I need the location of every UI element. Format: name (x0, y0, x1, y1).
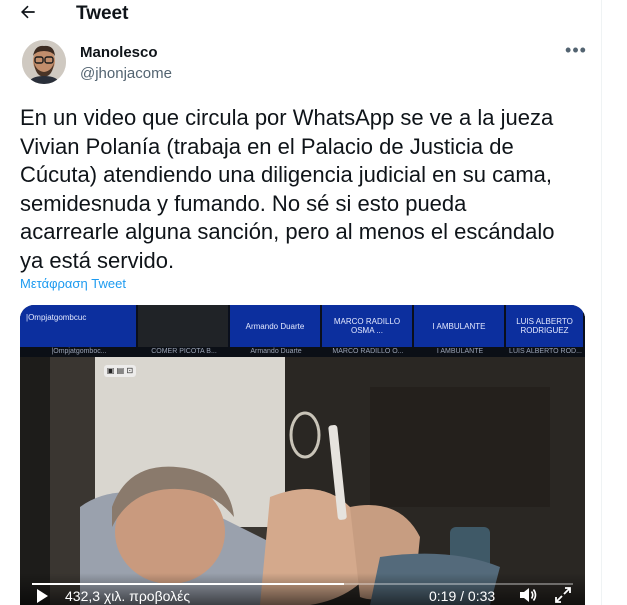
avatar-image (22, 40, 66, 84)
participant-name: I AMBULANTE (436, 348, 484, 355)
arrow-left-icon (21, 5, 35, 19)
participant-tile: LUIS ALBERTO RODRIGUEZ (506, 305, 585, 347)
tweet-text: En un video que circula por WhatsApp se … (20, 104, 595, 275)
tweet-line: En un video que circula por WhatsApp se … (20, 105, 554, 130)
tweet-header: Tweet (0, 0, 627, 28)
page-title: Tweet (76, 3, 129, 24)
participant-name: LUIS ALBERTO ROD... (509, 348, 582, 355)
tweet-line: Vivian Polanía (trabaja en el Palacio de… (20, 133, 514, 159)
fullscreen-icon (555, 587, 571, 603)
video-controls: 432,3 χιλ. προβολές 0:19 / 0:33 (20, 573, 585, 605)
video-progress-bar[interactable] (32, 583, 573, 585)
play-icon (37, 589, 48, 603)
video-frame-image (20, 357, 585, 605)
more-options-button[interactable]: ••• (562, 40, 590, 64)
participant-name: Armando Duarte (250, 348, 302, 355)
tweet-line: acarrearle alguna sanción, pero al menos… (20, 219, 555, 244)
participant-name: MARCO RADILLO O... (332, 348, 404, 355)
participant-tile (138, 305, 230, 347)
play-button[interactable] (34, 588, 50, 604)
view-count: 432,3 χιλ. προβολές (65, 588, 191, 604)
participant-tile: |Ompjatgombcuc (20, 305, 138, 347)
author-handle[interactable]: @jhonjacome (80, 65, 172, 82)
video-participant-tiles: |Ompjatgombcuc Armando Duarte MARCO RADI… (20, 305, 585, 347)
volume-button[interactable] (518, 586, 538, 604)
participant-tile: I AMBULANTE (414, 305, 506, 347)
participant-tile: Armando Duarte (230, 305, 322, 347)
fullscreen-button[interactable] (554, 586, 572, 604)
participant-name: |Ompjatgomboc... (51, 348, 107, 355)
participant-name: COMER PICOTA B... (151, 348, 217, 355)
tweet-line: ya está servido. (20, 247, 175, 273)
translate-tweet-link[interactable]: Μετάφραση Tweet (20, 276, 126, 291)
avatar[interactable] (22, 40, 66, 84)
volume-icon (520, 588, 537, 602)
back-button[interactable] (18, 2, 42, 24)
ellipsis-icon: ••• (565, 40, 587, 60)
video-progress-fill (32, 583, 344, 585)
author-display-name[interactable]: Manolesco (80, 44, 158, 61)
video-overlay-chip: ▣ ▤ ⊡ (104, 365, 136, 377)
video-name-strip: |Ompjatgomboc... COMER PICOTA B... Arman… (20, 347, 585, 357)
tweet-line: semidesnuda y fumando. No sé si esto pue… (20, 190, 467, 216)
video-time: 0:19 / 0:33 (429, 588, 496, 604)
tweet-line: Cúcuta) atendiendo una diligencia judici… (20, 162, 553, 187)
video-player[interactable]: |Ompjatgombcuc Armando Duarte MARCO RADI… (20, 305, 585, 605)
participant-tile: MARCO RADILLO OSMA ... (322, 305, 414, 347)
video-frame: ▣ ▤ ⊡ (20, 357, 585, 605)
column-divider (601, 0, 602, 605)
